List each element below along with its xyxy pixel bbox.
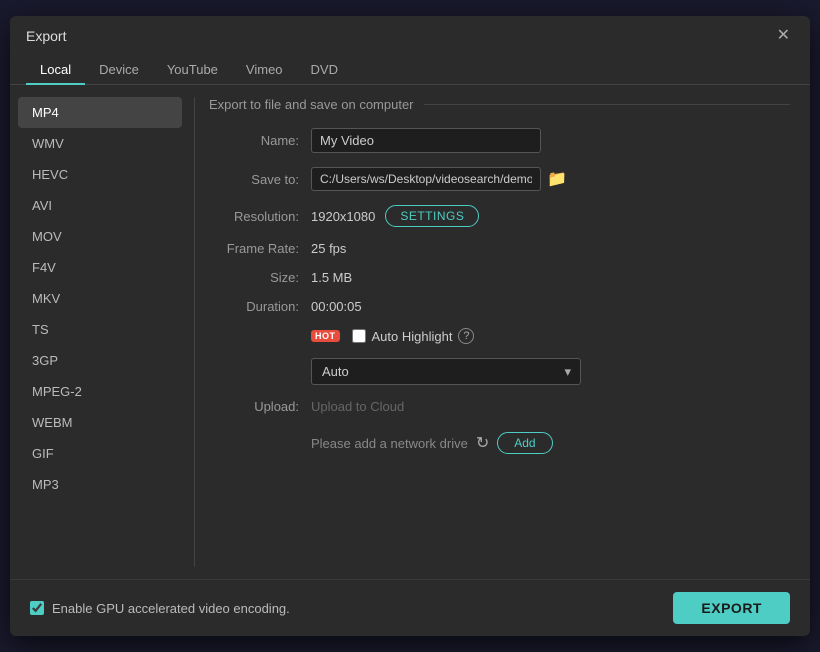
format-list: MP4 WMV HEVC AVI MOV F4V MKV TS 3GP MPEG… [10,97,190,567]
frame-rate-label: Frame Rate: [209,241,299,256]
save-path-input[interactable] [311,167,541,191]
footer: Enable GPU accelerated video encoding. E… [10,579,810,636]
format-item-wmv[interactable]: WMV [18,128,182,159]
resolution-row: Resolution: 1920x1080 SETTINGS [209,205,790,227]
frame-rate-value: 25 fps [311,241,346,256]
size-value: 1.5 MB [311,270,352,285]
export-button[interactable]: EXPORT [673,592,790,624]
format-item-3gp[interactable]: 3GP [18,345,182,376]
name-input[interactable] [311,128,541,153]
auto-highlight-content: HOT Auto Highlight ? [311,328,474,344]
save-to-label: Save to: [209,172,299,187]
format-item-mpeg2[interactable]: MPEG-2 [18,376,182,407]
tab-youtube[interactable]: YouTube [153,56,232,85]
format-item-hevc[interactable]: HEVC [18,159,182,190]
close-button[interactable]: ✕ [773,26,794,46]
auto-highlight-row: HOT Auto Highlight ? [209,328,790,344]
format-item-ts[interactable]: TS [18,314,182,345]
save-to-row: Save to: 📁 [209,167,790,191]
auto-select[interactable]: Auto [311,358,581,385]
format-item-mp3[interactable]: MP3 [18,469,182,500]
frame-rate-row: Frame Rate: 25 fps [209,241,790,256]
format-item-gif[interactable]: GIF [18,438,182,469]
tabs-bar: Local Device YouTube Vimeo DVD [10,50,810,85]
tab-device[interactable]: Device [85,56,153,85]
main-panel: Export to file and save on computer Name… [199,97,810,567]
refresh-icon[interactable]: ↻ [476,433,489,453]
folder-icon[interactable]: 📁 [547,169,567,189]
format-item-f4v[interactable]: F4V [18,252,182,283]
upload-label: Upload: [209,399,299,414]
gpu-label: Enable GPU accelerated video encoding. [52,601,290,616]
duration-row: Duration: 00:00:05 [209,299,790,314]
save-to-field: 📁 [311,167,567,191]
gpu-row: Enable GPU accelerated video encoding. [30,601,290,616]
format-item-webm[interactable]: WEBM [18,407,182,438]
export-description: Export to file and save on computer [209,97,790,112]
network-label: Please add a network drive [311,436,468,451]
auto-highlight-checkbox[interactable] [352,329,366,343]
help-icon[interactable]: ? [458,328,474,344]
network-drive-row: Please add a network drive ↻ Add [311,432,790,454]
auto-select-wrapper: Auto [311,358,581,385]
format-item-mov[interactable]: MOV [18,221,182,252]
duration-label: Duration: [209,299,299,314]
format-item-mkv[interactable]: MKV [18,283,182,314]
resolution-value: 1920x1080 [311,209,375,224]
name-row: Name: [209,128,790,153]
name-label: Name: [209,133,299,148]
format-item-avi[interactable]: AVI [18,190,182,221]
auto-highlight-label: Auto Highlight [372,329,453,344]
dialog-title: Export [26,28,66,44]
upload-cloud-label: Upload to Cloud [311,399,404,414]
upload-row: Upload: Upload to Cloud [209,399,790,414]
tab-vimeo[interactable]: Vimeo [232,56,297,85]
format-item-mp4[interactable]: MP4 [18,97,182,128]
hot-badge: HOT [311,330,340,342]
export-dialog: Export ✕ Local Device YouTube Vimeo DVD … [10,16,810,636]
dialog-header: Export ✕ [10,16,810,46]
add-button[interactable]: Add [497,432,552,454]
content-area: MP4 WMV HEVC AVI MOV F4V MKV TS 3GP MPEG… [10,85,810,579]
tab-dvd[interactable]: DVD [297,56,352,85]
size-row: Size: 1.5 MB [209,270,790,285]
gpu-checkbox[interactable] [30,601,44,615]
resolution-content: 1920x1080 SETTINGS [311,205,479,227]
auto-select-row: Auto [209,358,790,385]
tab-local[interactable]: Local [26,56,85,85]
duration-value: 00:00:05 [311,299,362,314]
settings-button[interactable]: SETTINGS [385,205,479,227]
resolution-label: Resolution: [209,209,299,224]
size-label: Size: [209,270,299,285]
vertical-divider [194,97,195,567]
